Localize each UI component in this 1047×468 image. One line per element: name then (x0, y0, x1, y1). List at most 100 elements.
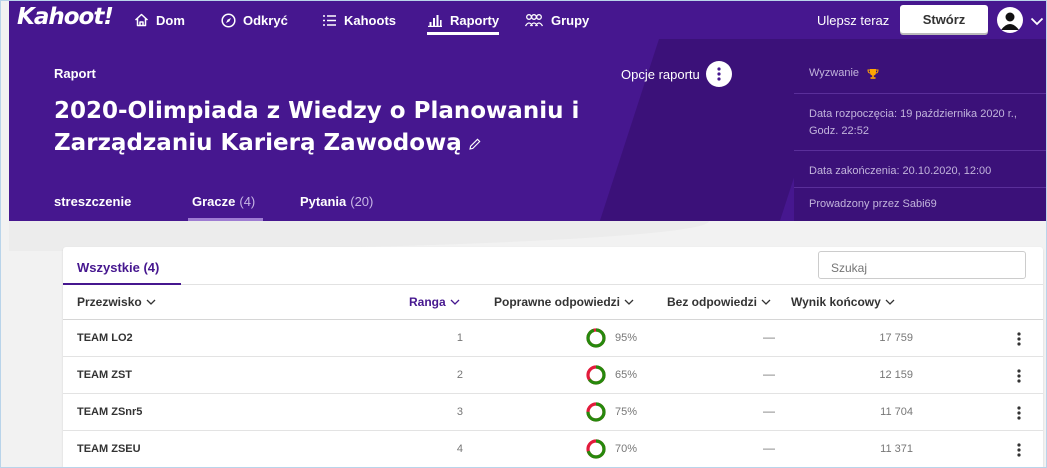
tab-players[interactable]: Gracze (4) (187, 194, 264, 221)
nav-item-discover[interactable]: Odkryć (221, 1, 288, 39)
correct-donut-icon (585, 327, 607, 349)
correct-percent: 75% (615, 406, 638, 418)
no-answer-value: — (763, 404, 775, 418)
report-info-panel: Wyzwanie Data rozpoczęcia: 19 październi… (794, 39, 1046, 221)
challenge-type: Wyzwanie (794, 65, 1046, 82)
end-date: Data zakończenia: 20.10.2020, 12:00 (809, 165, 992, 177)
list-icon (322, 14, 337, 27)
column-header-label: Przezwisko (77, 295, 142, 309)
chevron-down-icon (450, 299, 460, 306)
more-vertical-icon[interactable] (1011, 403, 1027, 423)
column-header-correct[interactable]: Poprawne odpowiedzi (494, 295, 634, 309)
host-info: Prowadzony przez Sabi69 (809, 198, 937, 210)
correct-arc (586, 328, 606, 348)
start-date: Data rozpoczęcia: 19 października 2020 r… (809, 108, 1017, 137)
nav-item-label: Grupy (551, 12, 590, 28)
nav-item-reports[interactable]: Raporty (427, 1, 500, 39)
player-name: TEAM ZSEU (77, 443, 141, 455)
chevron-down-icon (146, 299, 156, 306)
search-input[interactable] (818, 251, 1026, 279)
pencil-icon[interactable] (468, 128, 482, 160)
correct-percent: 70% (615, 443, 638, 455)
table-row[interactable]: TEAM ZSnr5 3 75% — 11 704 (63, 394, 1043, 431)
final-score: 17 759 (879, 332, 913, 344)
chevron-down-icon[interactable] (1030, 13, 1044, 31)
column-header-label: Poprawne odpowiedzi (494, 295, 621, 309)
chevron-down-icon (885, 299, 895, 306)
player-rank: 3 (456, 406, 463, 418)
report-header: Raport 2020-Olimpiada z Wiedzy o Planowa… (9, 39, 794, 221)
player-rank: 2 (456, 369, 463, 381)
column-header-rank[interactable]: Ranga (409, 295, 460, 309)
divider (794, 187, 1046, 188)
player-rank: 1 (456, 332, 463, 344)
report-options-label: Opcje raportu (621, 66, 700, 82)
correct-donut-icon (585, 364, 607, 386)
table-row[interactable]: TEAM LO2 1 95% — 17 759 (63, 320, 1043, 357)
final-score: 12 159 (879, 369, 913, 381)
filter-tab-all[interactable]: Wszystkie (4) (77, 260, 159, 275)
column-header-nickname[interactable]: Przezwisko (77, 295, 156, 309)
top-navigation: Kahoot! Dom Odkryć Kahoots Raporty Grupy… (9, 1, 1046, 39)
challenge-label: Wyzwanie (809, 67, 860, 79)
app-frame: Kahoot! Dom Odkryć Kahoots Raporty Grupy… (0, 0, 1047, 468)
column-header-label: Bez odpowiedzi (667, 295, 757, 309)
nav-item-groups[interactable]: Grupy (524, 1, 589, 39)
more-vertical-icon[interactable] (1011, 329, 1027, 349)
tab-label: Pytania (300, 194, 347, 209)
correct-donut-icon (585, 401, 607, 423)
chevron-down-icon (761, 299, 771, 306)
player-name: TEAM LO2 (77, 332, 133, 344)
report-options-button[interactable]: Opcje raportu (621, 61, 732, 87)
final-score: 11 371 (880, 443, 913, 455)
report-label: Raport (54, 66, 96, 81)
avatar[interactable] (997, 7, 1023, 33)
nav-item-label: Dom (156, 12, 185, 28)
player-name: TEAM ZST (77, 369, 132, 381)
page-title: 2020-Olimpiada z Wiedzy o Planowaniu i Z… (54, 95, 634, 160)
no-answer-value: — (763, 367, 775, 381)
user-icon (1001, 12, 1019, 30)
kahoot-logo[interactable]: Kahoot! (17, 4, 114, 30)
correct-donut-icon (585, 438, 607, 460)
tab-label: Gracze (192, 194, 236, 209)
divider (63, 284, 1043, 285)
report-title-text: 2020-Olimpiada z Wiedzy o Planowaniu i Z… (54, 98, 580, 156)
correct-percent: 95% (615, 332, 638, 344)
tab-label: streszczenie (54, 194, 132, 209)
nav-item-home[interactable]: Dom (134, 1, 185, 39)
groups-icon (524, 13, 544, 27)
reports-icon (427, 14, 443, 27)
divider (794, 150, 1046, 151)
nav-item-kahoots[interactable]: Kahoots (322, 1, 396, 39)
more-vertical-icon (705, 61, 732, 87)
column-header-final-score[interactable]: Wynik końcowy (791, 295, 895, 309)
column-header-label: Wynik końcowy (791, 295, 881, 309)
more-vertical-icon[interactable] (1011, 440, 1027, 460)
column-header-label: Ranga (409, 295, 446, 309)
home-icon (134, 13, 149, 27)
compass-icon (221, 12, 236, 28)
divider (794, 93, 1046, 94)
upgrade-link[interactable]: Ulepsz teraz (817, 1, 889, 39)
chevron-down-icon (624, 299, 634, 306)
more-vertical-icon[interactable] (1011, 366, 1027, 386)
active-filter-indicator (63, 283, 181, 285)
trophy-icon (867, 68, 879, 80)
create-button[interactable]: Stwórz (900, 5, 988, 33)
no-answer-value: — (763, 330, 775, 344)
final-score: 11 704 (880, 406, 913, 418)
table-row[interactable]: TEAM ZST 2 65% — 12 159 (63, 357, 1043, 394)
player-rank: 4 (456, 443, 463, 455)
tab-summary[interactable]: streszczenie (54, 194, 131, 209)
tab-count: (20) (350, 194, 374, 209)
correct-percent: 65% (615, 369, 638, 381)
nav-item-label: Raporty (450, 12, 500, 28)
players-table-card: Wszystkie (4) Przezwisko Ranga Poprawne … (63, 247, 1043, 467)
column-header-no-answer[interactable]: Bez odpowiedzi (667, 295, 771, 309)
nav-item-label: Odkryć (243, 12, 288, 28)
tab-questions[interactable]: Pytania (20) (300, 194, 373, 209)
table-row[interactable]: TEAM ZSEU 4 70% — 11 371 (63, 431, 1043, 467)
no-answer-value: — (763, 441, 775, 455)
player-name: TEAM ZSnr5 (77, 406, 143, 418)
